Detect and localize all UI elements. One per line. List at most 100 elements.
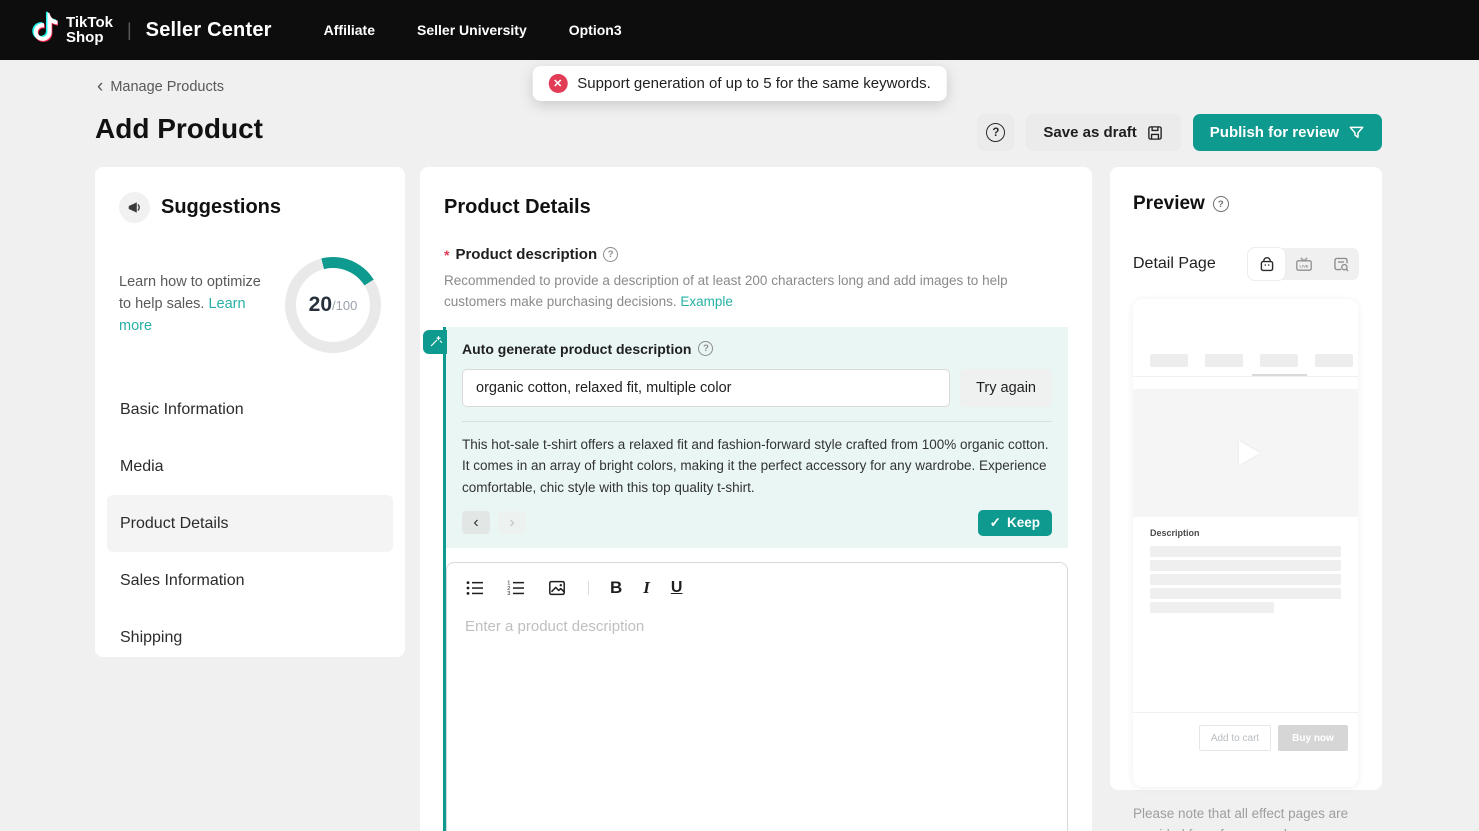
score-ring: 20/100 — [285, 257, 381, 353]
suggestions-body: Learn how to optimize to help sales. Lea… — [119, 257, 381, 353]
italic-icon[interactable]: I — [643, 578, 650, 598]
add-product-page: TikTok Shop | Seller Center Affiliate Se… — [0, 0, 1479, 831]
chevron-left-icon: ‹ — [97, 80, 103, 94]
toast-notification: ✕ Support generation of up to 5 for the … — [532, 66, 947, 101]
preview-title: Preview — [1133, 193, 1205, 215]
save-as-draft-button[interactable]: Save as draft — [1026, 114, 1180, 151]
phone-skeleton-tabs — [1133, 354, 1358, 377]
buy-now-button: Buy now — [1278, 725, 1348, 751]
top-nav-seller-university[interactable]: Seller University — [417, 22, 527, 38]
phone-description-label: Description — [1133, 517, 1358, 538]
save-icon — [1146, 124, 1164, 142]
skeleton-line — [1150, 602, 1274, 613]
breadcrumb[interactable]: ‹ Manage Products — [97, 79, 224, 95]
skeleton-tab — [1315, 354, 1353, 367]
suggestions-panel: Suggestions Learn how to optimize to hel… — [95, 167, 405, 657]
auto-generate-label-row: Auto generate product description ? — [462, 341, 1052, 357]
tab-detail-page[interactable] — [1248, 248, 1285, 280]
divider — [462, 421, 1052, 422]
image-icon[interactable] — [547, 578, 567, 598]
phone-top-spacer — [1133, 299, 1358, 354]
example-link[interactable]: Example — [680, 294, 733, 309]
description-editor[interactable]: 1 2 3 B I U — [446, 562, 1068, 831]
field-hint: Recommended to provide a description of … — [444, 271, 1052, 313]
sections-nav: Basic Information Media Product Details … — [107, 381, 393, 666]
header-actions: ? Save as draft Publish for review — [977, 114, 1382, 151]
preview-mode-label: Detail Page — [1133, 255, 1216, 273]
score-value: 20 — [309, 293, 332, 317]
topbar: TikTok Shop | Seller Center Affiliate Se… — [0, 0, 1479, 60]
score-max: /100 — [332, 298, 357, 313]
product-description-label: Product description — [455, 246, 597, 263]
keywords-input[interactable] — [462, 369, 950, 407]
skeleton-line — [1150, 574, 1341, 585]
tiktok-shop-logo[interactable]: TikTok Shop — [24, 9, 113, 52]
previous-result-button[interactable]: ‹ — [462, 511, 490, 534]
tab-page-search[interactable] — [1322, 248, 1359, 280]
auto-generate-label: Auto generate product description — [462, 341, 691, 357]
magic-wand-icon — [423, 330, 447, 354]
bullet-list-icon[interactable] — [465, 578, 485, 598]
top-nav: Affiliate Seller University Option3 — [324, 22, 622, 38]
help-button[interactable]: ? — [977, 114, 1014, 151]
question-circle-icon[interactable]: ? — [603, 247, 618, 262]
top-nav-option3[interactable]: Option3 — [569, 22, 622, 38]
publish-for-review-button[interactable]: Publish for review — [1193, 114, 1382, 151]
top-nav-affiliate[interactable]: Affiliate — [324, 22, 375, 38]
sidebar-item-shipping[interactable]: Shipping — [107, 609, 393, 666]
suggestions-description: Learn how to optimize to help sales. Lea… — [119, 272, 271, 337]
active-tab-underline — [1252, 374, 1307, 376]
tiktok-note-icon — [24, 9, 58, 52]
ordered-list-icon[interactable]: 1 2 3 — [506, 578, 526, 598]
description-region: Auto generate product description ? Try … — [443, 327, 1068, 831]
save-draft-label: Save as draft — [1043, 124, 1136, 141]
preview-note: Please note that all effect pages are pr… — [1133, 804, 1351, 831]
phone-preview: Description Add to cart Buy now — [1133, 299, 1358, 787]
phone-skeleton-lines — [1133, 538, 1358, 613]
editor-placeholder: Enter a product description — [447, 604, 1067, 649]
skeleton-tab — [1150, 354, 1188, 367]
product-details-panel: Product Details * Product description ? … — [420, 167, 1092, 831]
auto-generate-box: Auto generate product description ? Try … — [446, 327, 1068, 548]
suggestions-header: Suggestions — [119, 192, 381, 223]
skeleton-line — [1150, 588, 1341, 599]
phone-video-area — [1133, 389, 1358, 517]
generated-controls: ‹ › ✓ Keep — [462, 510, 1052, 536]
keep-label: Keep — [1007, 515, 1040, 530]
toolbar-divider — [588, 581, 589, 595]
keywords-row: Try again — [462, 369, 1052, 407]
sidebar-item-sales-information[interactable]: Sales Information — [107, 552, 393, 609]
check-icon: ✓ — [990, 515, 1001, 531]
brand-text: TikTok Shop — [66, 15, 113, 45]
brand-divider: | — [127, 20, 132, 41]
try-again-button[interactable]: Try again — [960, 369, 1052, 407]
play-icon — [1224, 431, 1268, 475]
underline-icon[interactable]: U — [671, 579, 683, 597]
editor-toolbar: 1 2 3 B I U — [447, 563, 1067, 604]
suggestions-title: Suggestions — [161, 196, 281, 219]
app-name: Seller Center — [146, 19, 272, 42]
skeleton-line — [1150, 546, 1341, 557]
svg-text:LIVE: LIVE — [1299, 263, 1308, 268]
score-value-wrap: 20/100 — [296, 268, 370, 342]
sidebar-item-media[interactable]: Media — [107, 438, 393, 495]
toast-message: Support generation of up to 5 for the sa… — [577, 75, 931, 92]
skeleton-line — [1150, 560, 1341, 571]
section-title: Product Details — [444, 196, 1068, 219]
skeleton-tab — [1260, 354, 1298, 367]
error-x-icon: ✕ — [548, 74, 567, 93]
question-circle-icon[interactable]: ? — [1213, 196, 1229, 212]
bold-icon[interactable]: B — [610, 578, 622, 598]
sidebar-item-basic-information[interactable]: Basic Information — [107, 381, 393, 438]
sidebar-item-product-details[interactable]: Product Details — [107, 495, 393, 552]
add-to-cart-button: Add to cart — [1199, 725, 1271, 751]
keep-button[interactable]: ✓ Keep — [978, 510, 1052, 536]
next-result-button[interactable]: › — [498, 511, 526, 534]
preview-mode-row: Detail Page LIVE — [1133, 248, 1359, 280]
svg-text:3: 3 — [507, 591, 510, 597]
question-circle-icon[interactable]: ? — [698, 341, 713, 356]
phone-footer: Add to cart Buy now — [1133, 712, 1358, 787]
tab-live[interactable]: LIVE — [1285, 248, 1322, 280]
skeleton-tab — [1205, 354, 1243, 367]
generated-description: This hot-sale t-shirt offers a relaxed f… — [462, 434, 1052, 499]
